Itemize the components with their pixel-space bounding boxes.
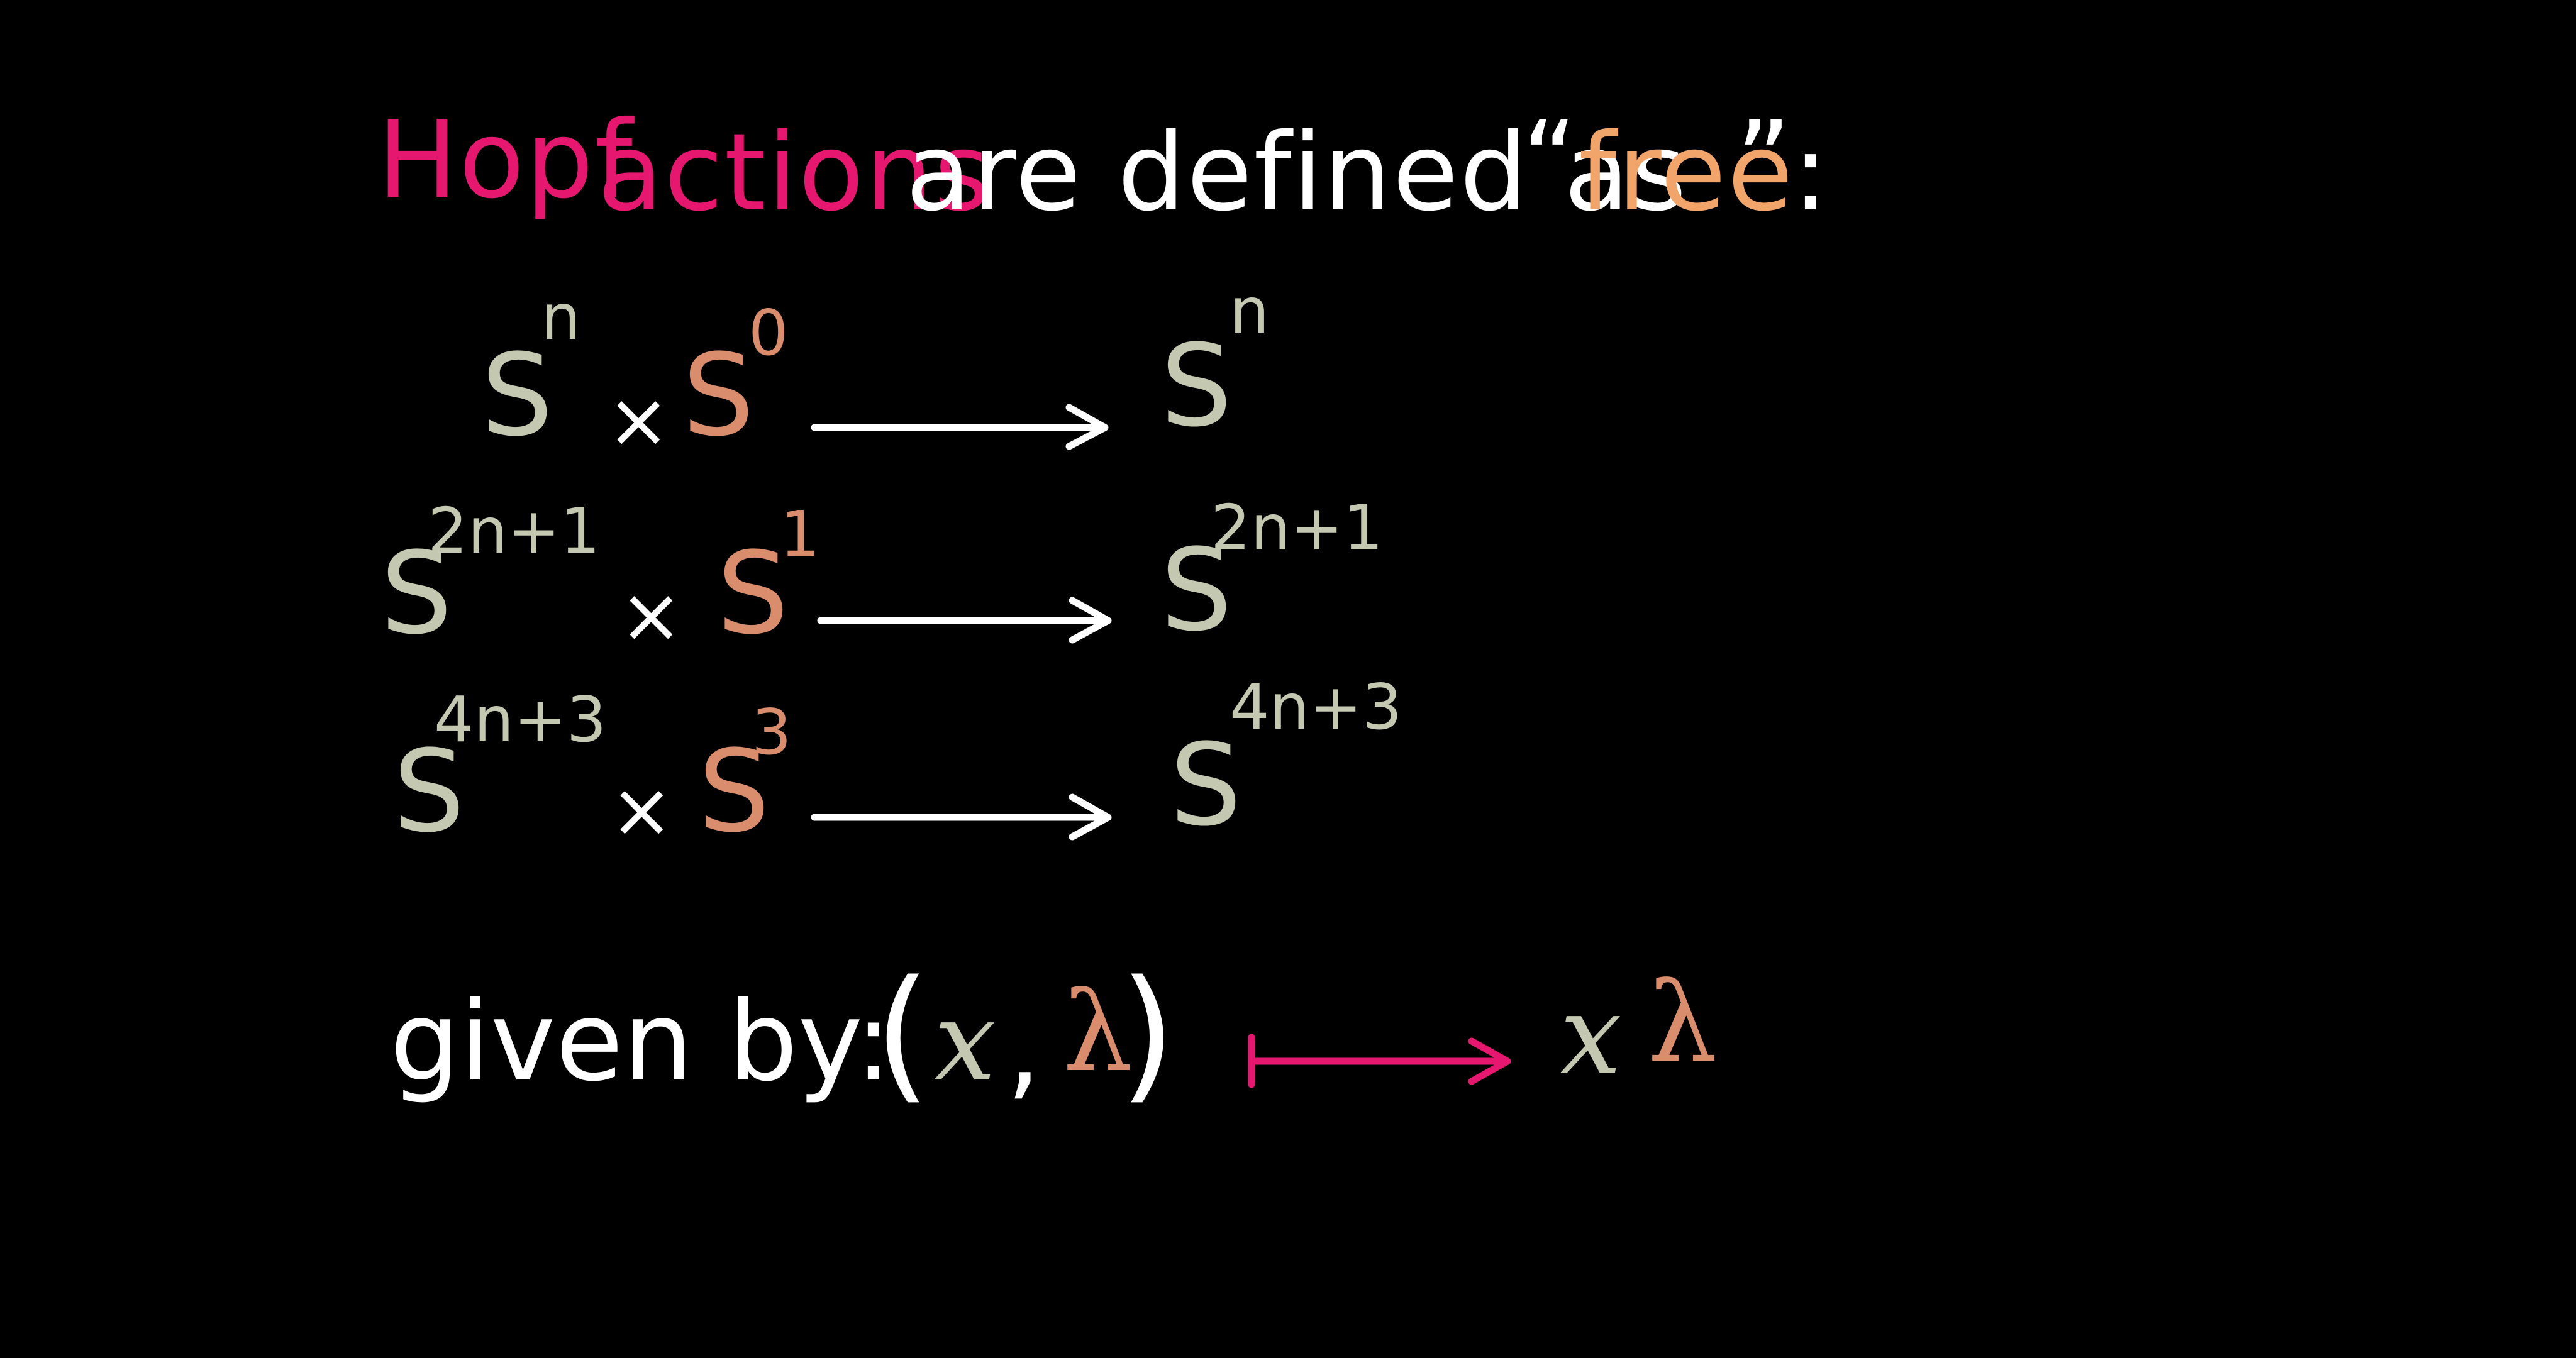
- row3-arrow: [811, 793, 1112, 841]
- arrows-layer: [811, 404, 1511, 1088]
- row2-arrow: [817, 597, 1112, 644]
- maps-to-arrow: [1248, 1034, 1511, 1088]
- whiteboard-canvas: Hopf actions are defined as “ free ” : S…: [0, 0, 2576, 1358]
- row1-arrow: [811, 404, 1109, 450]
